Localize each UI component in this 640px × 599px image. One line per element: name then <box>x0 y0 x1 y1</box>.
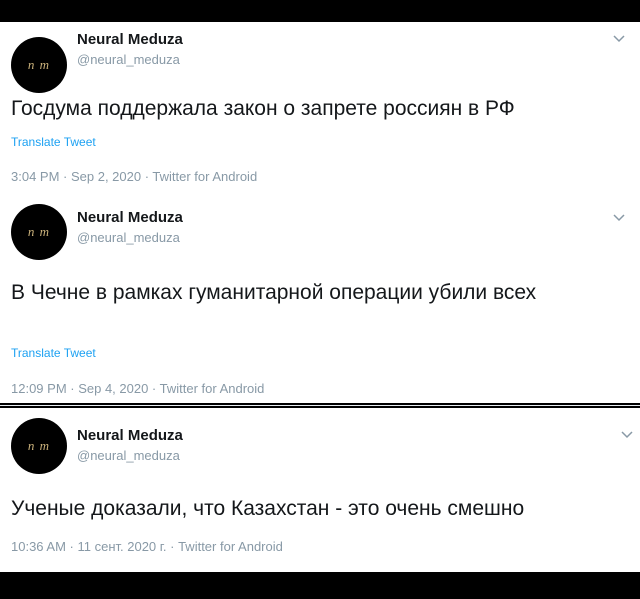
translate-tweet-link[interactable]: Translate Tweet <box>11 135 96 149</box>
avatar-logo-text: n m <box>27 57 51 72</box>
tweet-text: Ученые доказали, что Казахстан - это оче… <box>11 497 525 520</box>
author-name[interactable]: Neural Meduza <box>77 427 183 444</box>
avatar[interactable]: n m <box>11 37 67 93</box>
chevron-down-icon[interactable] <box>620 428 634 442</box>
avatar[interactable]: n m <box>11 204 67 260</box>
tweet-text: В Чечне в рамках гуманитарной операции у… <box>11 281 537 304</box>
tweet-timestamp[interactable]: 3:04 PM · Sep 2, 2020 · Twitter for Andr… <box>11 169 257 184</box>
author-handle[interactable]: @neural_meduza <box>77 230 180 245</box>
divider <box>0 405 640 406</box>
tweet-card[interactable]: n m Neural Meduza @neural_meduza Госдума… <box>0 22 640 202</box>
author-handle[interactable]: @neural_meduza <box>77 448 180 463</box>
author-name[interactable]: Neural Meduza <box>77 209 183 226</box>
tweet-text: Госдума поддержала закон о запрете росси… <box>11 97 515 120</box>
author-handle[interactable]: @neural_meduza <box>77 52 180 67</box>
avatar-logo-text: n m <box>27 438 51 453</box>
tweet-card[interactable]: n m Neural Meduza @neural_meduza Ученые … <box>0 408 640 572</box>
chevron-down-icon[interactable] <box>612 211 626 225</box>
chevron-down-icon[interactable] <box>612 32 626 46</box>
avatar-logo-text: n m <box>27 224 51 239</box>
tweet-timestamp[interactable]: 10:36 AM · 11 сент. 2020 г. · Twitter fo… <box>11 539 283 554</box>
tweet-timestamp[interactable]: 12:09 PM · Sep 4, 2020 · Twitter for And… <box>11 381 264 396</box>
avatar[interactable]: n m <box>11 418 67 474</box>
translate-tweet-link[interactable]: Translate Tweet <box>11 346 96 360</box>
author-name[interactable]: Neural Meduza <box>77 31 183 48</box>
tweet-card[interactable]: n m Neural Meduza @neural_meduza В Чечне… <box>0 189 640 403</box>
